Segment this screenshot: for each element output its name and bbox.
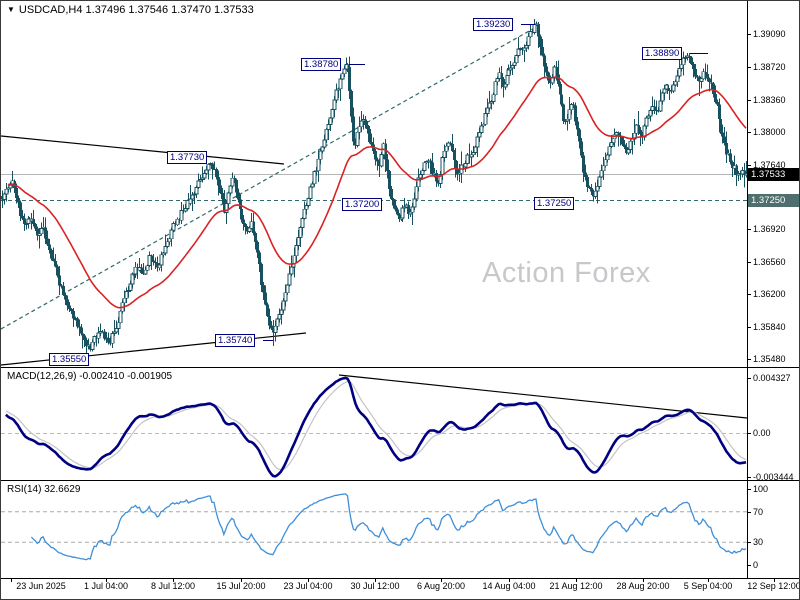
time-axis-label[interactable]: 21 Aug 12:00 <box>544 581 608 591</box>
price-axis-tick <box>747 359 751 360</box>
time-axis-tick <box>308 579 309 582</box>
time-axis-label[interactable]: 6 Aug 20:00 <box>409 581 473 591</box>
rsi-axis-tick <box>747 565 751 566</box>
macd-axis-tick <box>747 378 751 379</box>
price-axis-tick <box>747 262 751 263</box>
label-connector-line <box>521 24 535 25</box>
chart-bottom-border <box>1 578 800 579</box>
time-axis-label[interactable]: 8 Jul 12:00 <box>141 581 205 591</box>
macd-indicator-canvas[interactable] <box>1 368 747 480</box>
rsi-axis-tick <box>747 542 751 543</box>
price-chart-canvas[interactable] <box>1 1 747 367</box>
symbol-ohlc-text: USDCAD,H4 1.37496 1.37546 1.37470 1.3753… <box>19 4 254 16</box>
time-axis-tick <box>375 579 376 582</box>
price-axis-separator <box>747 1 748 579</box>
price-axis-label: 1.35480 <box>753 353 786 365</box>
time-axis-label[interactable]: 15 Jul 20:00 <box>209 581 273 591</box>
price-axis-tick <box>747 132 751 133</box>
price-axis-label: 1.36560 <box>753 256 786 268</box>
macd-rsi-separator <box>1 480 800 481</box>
main-macd-separator <box>1 367 800 368</box>
time-axis-tick <box>11 579 12 582</box>
time-axis-label[interactable]: 1 Jul 04:00 <box>74 581 138 591</box>
rsi-indicator-canvas[interactable] <box>1 481 747 578</box>
time-axis-label[interactable]: 12 Sep 12:00 <box>742 581 800 591</box>
time-axis-label[interactable]: 28 Aug 20:00 <box>611 581 675 591</box>
time-axis-label[interactable]: 5 Sep 04:00 <box>676 581 740 591</box>
price-axis-label: 1.36200 <box>753 288 786 300</box>
label-connector-line <box>690 53 708 54</box>
time-axis-label[interactable]: 14 Aug 04:00 <box>477 581 541 591</box>
time-axis-tick <box>241 579 242 582</box>
macd-axis-label: 0.00 <box>753 427 771 439</box>
price-axis-tick <box>747 327 751 328</box>
time-axis-tick <box>708 579 709 582</box>
price-label-box[interactable]: 1.35740 <box>215 334 255 347</box>
time-axis-tick <box>643 579 644 582</box>
time-axis-tick <box>509 579 510 582</box>
symbol-ohlc-header: ▼ USDCAD,H4 1.37496 1.37546 1.37470 1.375… <box>7 4 254 16</box>
price-axis-tick <box>747 165 751 166</box>
price-axis-label: 1.38000 <box>753 126 786 138</box>
time-axis-tick <box>173 579 174 582</box>
macd-axis-label: 0.004327 <box>753 372 791 384</box>
time-axis-tick <box>774 579 775 582</box>
price-label-box[interactable]: 1.37200 <box>342 198 382 211</box>
price-label-box[interactable]: 1.39230 <box>473 18 513 31</box>
price-axis-tick <box>747 34 751 35</box>
price-axis-label: 1.39090 <box>753 28 786 40</box>
rsi-axis-tick <box>747 489 751 490</box>
rsi-axis-label: 30 <box>753 536 763 548</box>
price-axis-label: 1.38360 <box>753 94 786 106</box>
price-axis-tick <box>747 67 751 68</box>
label-connector-line <box>263 340 273 341</box>
macd-label: MACD(12,26,9) -0.002410 -0.001905 <box>7 371 172 382</box>
macd-axis-label: -0.003444 <box>753 471 794 483</box>
price-label-box[interactable]: 1.35550 <box>49 353 89 366</box>
rsi-axis-label: 0 <box>753 559 758 571</box>
chart-window: Action Forex ▼USDCAD,H4 1.37496 1.37546 … <box>0 0 800 600</box>
price-label-box[interactable]: 1.38780 <box>301 58 341 71</box>
rsi-axis-label: 70 <box>753 506 763 518</box>
time-axis-label[interactable]: 30 Jul 12:00 <box>343 581 407 591</box>
price-axis-tick <box>747 100 751 101</box>
price-axis-label: 1.38720 <box>753 61 786 73</box>
price-label-box[interactable]: 1.38890 <box>642 47 682 60</box>
price-tag: 1.37250 <box>748 194 800 207</box>
label-connector-line <box>349 64 365 65</box>
price-axis-label: 1.36920 <box>753 223 786 235</box>
price-axis-tick <box>747 294 751 295</box>
time-axis-label[interactable]: 23 Jun 2025 <box>9 581 73 591</box>
rsi-label: RSI(14) 32.6629 <box>7 484 80 495</box>
chevron-down-icon: ▼ <box>7 5 15 14</box>
price-axis-tick <box>747 229 751 230</box>
time-axis-tick <box>106 579 107 582</box>
macd-axis-tick <box>747 477 751 478</box>
price-label-box[interactable]: 1.37250 <box>534 197 574 210</box>
macd-axis-tick <box>747 433 751 434</box>
rsi-axis-label: 100 <box>753 483 768 495</box>
price-axis-label: 1.35840 <box>753 321 786 333</box>
price-label-box[interactable]: 1.37730 <box>167 151 207 164</box>
time-axis-tick <box>441 579 442 582</box>
rsi-axis-tick <box>747 512 751 513</box>
price-tag: 1.37533 <box>748 168 800 181</box>
time-axis-tick <box>576 579 577 582</box>
time-axis-label[interactable]: 23 Jul 04:00 <box>276 581 340 591</box>
